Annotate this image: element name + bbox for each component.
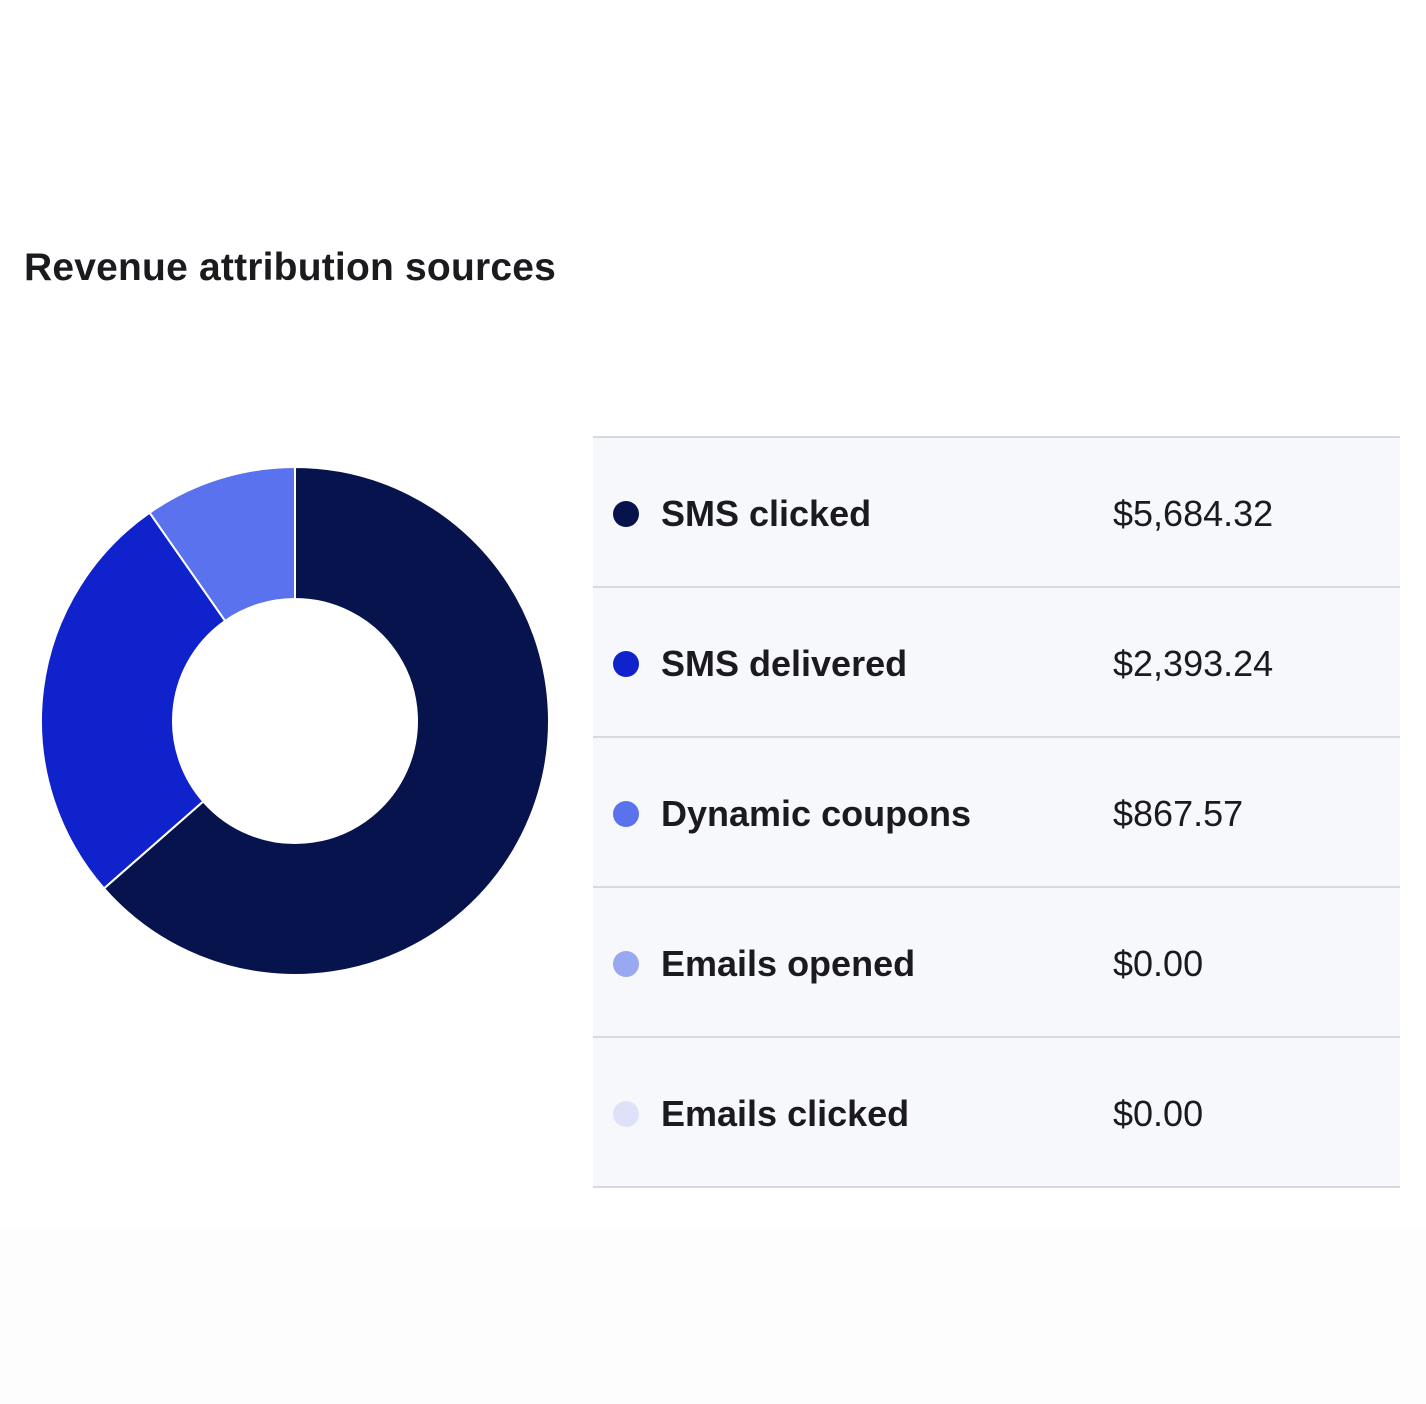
legend-label-sms-clicked: SMS clicked — [661, 493, 872, 534]
legend-swatch-dynamic-coupons — [613, 801, 639, 827]
legend-value-dynamic-coupons: $867.57 — [1113, 793, 1244, 834]
legend-label-sms-delivered: SMS delivered — [661, 643, 908, 684]
revenue-attribution-card: Revenue attribution sources SMS clicked $… — [0, 0, 1426, 1228]
legend-swatch-sms-delivered — [613, 651, 639, 677]
chart-title: Revenue attribution sources — [24, 246, 557, 289]
legend-value-sms-clicked: $5,684.32 — [1113, 493, 1274, 534]
legend-value-emails-opened: $0.00 — [1113, 943, 1204, 984]
page-footer-area — [0, 1228, 1426, 1404]
legend-row-sms-delivered[interactable]: SMS delivered $2,393.24 — [593, 588, 1400, 738]
legend-label-dynamic-coupons: Dynamic coupons — [661, 793, 972, 834]
legend-label-emails-clicked: Emails clicked — [661, 1093, 910, 1134]
legend-label-emails-opened: Emails opened — [661, 943, 916, 984]
legend-swatch-emails-opened — [613, 951, 639, 977]
legend-row-emails-opened[interactable]: Emails opened $0.00 — [593, 888, 1400, 1038]
legend-value-emails-clicked: $0.00 — [1113, 1093, 1204, 1134]
legend-swatch-emails-clicked — [613, 1101, 639, 1127]
legend-row-dynamic-coupons[interactable]: Dynamic coupons $867.57 — [593, 738, 1400, 888]
legend-value-sms-delivered: $2,393.24 — [1113, 643, 1274, 684]
legend-row-emails-clicked[interactable]: Emails clicked $0.00 — [593, 1038, 1400, 1188]
legend-table: SMS clicked $5,684.32 SMS delivered $2,393.… — [593, 436, 1400, 1188]
donut-chart — [40, 465, 550, 976]
legend-row-sms-clicked[interactable]: SMS clicked $5,684.32 — [593, 438, 1400, 588]
legend-swatch-sms-clicked — [613, 501, 639, 527]
